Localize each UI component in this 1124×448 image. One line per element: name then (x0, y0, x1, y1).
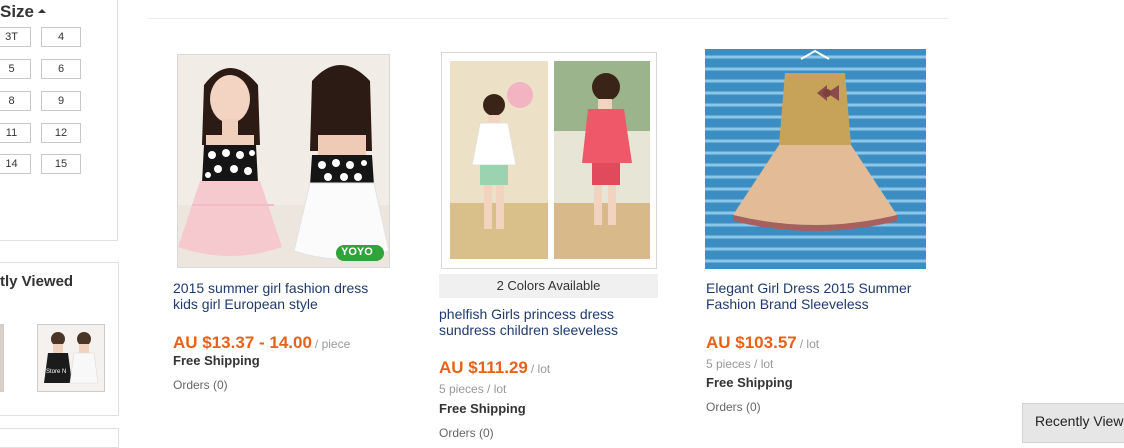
dress-product-image (705, 49, 926, 269)
product-title-line: Fashion Brand Sleeveless (706, 296, 869, 312)
size-option-5[interactable]: 5 (0, 59, 31, 79)
free-shipping-label: Free Shipping (706, 375, 793, 390)
dress-product-image (38, 325, 104, 391)
product-price: AU $111.29/ lot (439, 358, 550, 378)
dress-product-image (442, 53, 656, 268)
size-filter-title: Size (0, 2, 35, 21)
recently-viewed-thumb[interactable] (0, 324, 4, 392)
caret-up-icon[interactable] (38, 8, 47, 13)
pieces-per-lot: 5 pieces / lot (706, 357, 774, 371)
price-unit: / piece (314, 337, 351, 351)
thumb-watermark: Store N (46, 369, 67, 375)
product-title-line: kids girl European style (173, 296, 318, 312)
product-image-link[interactable] (441, 52, 657, 269)
price-value: AU $111.29 (439, 358, 528, 377)
colors-available-bar[interactable]: 2 Colors Available (439, 274, 658, 298)
size-option-14[interactable]: 14 (0, 154, 31, 174)
size-option-6[interactable]: 6 (41, 59, 81, 79)
recently-viewed-thumb[interactable]: Store N (37, 324, 105, 392)
store-badge: YOYO (341, 246, 373, 258)
free-shipping-label: Free Shipping (173, 353, 260, 368)
product-title-link[interactable]: Elegant Girl Dress 2015 Summer Fashion B… (706, 280, 941, 312)
dress-product-image (178, 55, 389, 267)
size-option-15[interactable]: 15 (41, 154, 81, 174)
product-title-line: Elegant Girl Dress 2015 Summer (706, 280, 912, 296)
orders-count: Orders (0) (439, 426, 494, 440)
recently-viewed-tab[interactable]: Recently View (1022, 403, 1124, 443)
price-value: AU $13.37 - 14.00 (173, 333, 312, 352)
size-option-8[interactable]: 8 (0, 91, 31, 111)
product-price: AU $13.37 - 14.00/ piece (173, 333, 350, 353)
divider (148, 18, 949, 19)
price-unit: / lot (799, 337, 820, 351)
size-option-11[interactable]: 11 (0, 123, 31, 143)
product-title-link[interactable]: phelfish Girls princess dress sundress c… (439, 306, 674, 338)
orders-count: Orders (0) (173, 378, 228, 392)
orders-count: Orders (0) (706, 400, 761, 414)
size-option-12[interactable]: 12 (41, 123, 81, 143)
product-image-link[interactable] (705, 49, 926, 269)
product-title-line: 2015 summer girl fashion dress (173, 280, 369, 296)
product-title-link[interactable]: 2015 summer girl fashion dress kids girl… (173, 280, 408, 312)
pieces-per-lot: 5 pieces / lot (439, 382, 507, 396)
product-title-line: phelfish Girls princess dress (439, 306, 615, 322)
product-price: AU $103.57/ lot (706, 333, 819, 353)
size-option-4[interactable]: 4 (41, 27, 81, 47)
product-image-link[interactable]: YOYO (177, 54, 390, 268)
price-unit: / lot (530, 362, 551, 376)
free-shipping-label: Free Shipping (439, 401, 526, 416)
price-value: AU $103.57 (706, 333, 797, 352)
sidebar-panel (0, 428, 119, 448)
size-option-3t[interactable]: 3T (0, 27, 31, 47)
product-title-line: sundress children sleeveless (439, 322, 618, 338)
size-filter-header[interactable]: Size (0, 2, 47, 22)
size-option-9[interactable]: 9 (41, 91, 81, 111)
recently-viewed-title: tly Viewed (0, 273, 74, 290)
